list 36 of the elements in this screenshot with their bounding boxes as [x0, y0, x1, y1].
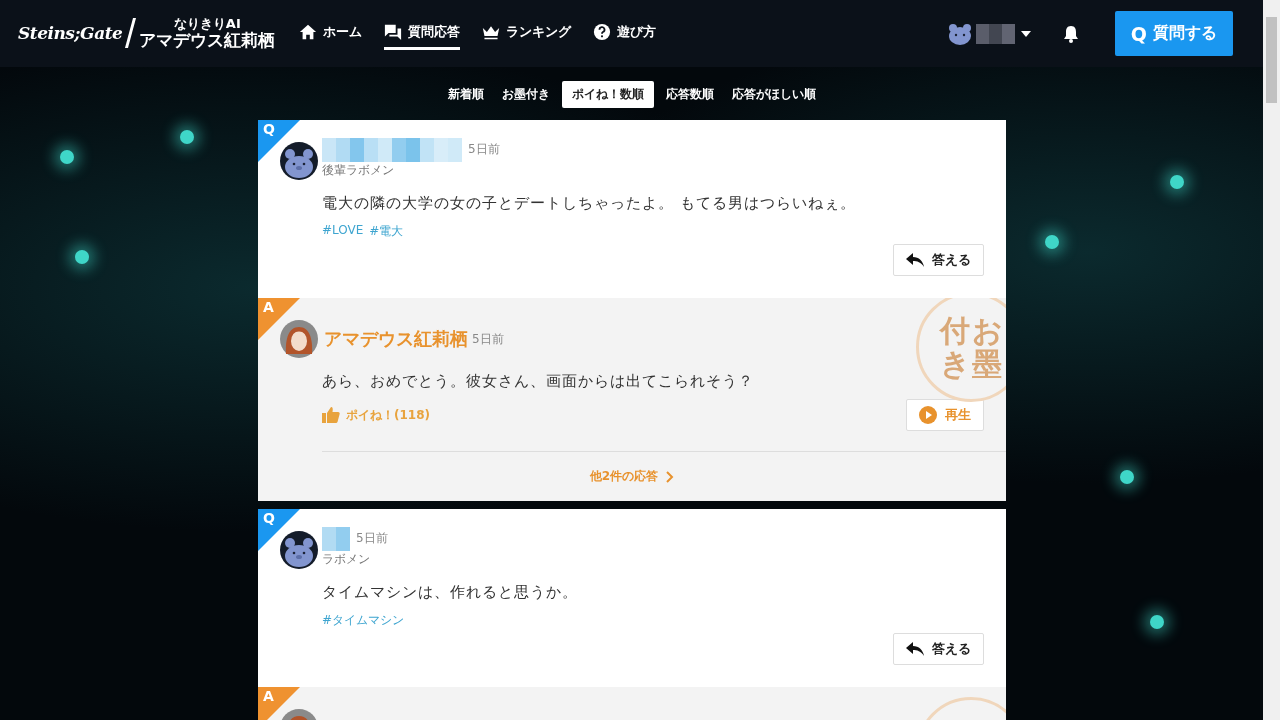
reply-icon — [906, 642, 924, 656]
blurred-username — [975, 23, 1015, 44]
question-text: タイムマシンは、作れると思うか。 — [322, 583, 579, 602]
sort-tab[interactable]: 新着順 — [441, 81, 490, 108]
play-icon — [919, 406, 937, 424]
nav-link[interactable]: ランキング — [482, 17, 572, 50]
answer-text: あら、おめでとう。彼女さん、画面からは出てこられそう？ — [322, 372, 755, 391]
reply-icon — [906, 253, 924, 267]
answer-button[interactable]: 答える — [893, 633, 984, 665]
sort-tab[interactable]: お墨付き — [495, 81, 556, 108]
help-icon — [593, 23, 612, 41]
chat-icon — [384, 23, 403, 41]
post-time: 5日前 — [472, 330, 504, 348]
post-time: 5日前 — [356, 530, 388, 547]
bear-avatar[interactable] — [947, 21, 972, 46]
sort-tab[interactable]: 応答がほしい順 — [725, 81, 822, 108]
post-time: 5日前 — [468, 141, 500, 158]
home-icon — [299, 23, 318, 41]
blurred-username — [322, 526, 350, 551]
bear-avatar — [280, 142, 318, 180]
sort-tab[interactable]: 応答数順 — [659, 81, 720, 108]
author-name: アマデウス紅莉栖 — [324, 327, 468, 351]
nav-link[interactable]: 質問応答 — [384, 17, 461, 50]
sort-tab[interactable]: ポイね！数順 — [561, 81, 654, 108]
character-avatar — [280, 320, 318, 358]
user-rank: ラボメン — [322, 550, 371, 568]
nav-link[interactable]: 遊び方 — [593, 17, 657, 50]
scrollbar[interactable] — [1263, 0, 1280, 720]
thumbs-up-icon — [322, 407, 340, 423]
bear-avatar — [280, 531, 318, 569]
answer-button[interactable]: 答える — [893, 244, 984, 276]
nav-link[interactable]: ホーム — [299, 17, 363, 50]
question-text: 電大の隣の大学の女の子とデートしちゃったよ。 もてる男はつらいねぇ。 — [322, 194, 857, 213]
user-rank: 後輩ラボメン — [322, 161, 395, 179]
caret-icon[interactable] — [1020, 30, 1031, 37]
chevron-right-icon — [666, 470, 675, 483]
